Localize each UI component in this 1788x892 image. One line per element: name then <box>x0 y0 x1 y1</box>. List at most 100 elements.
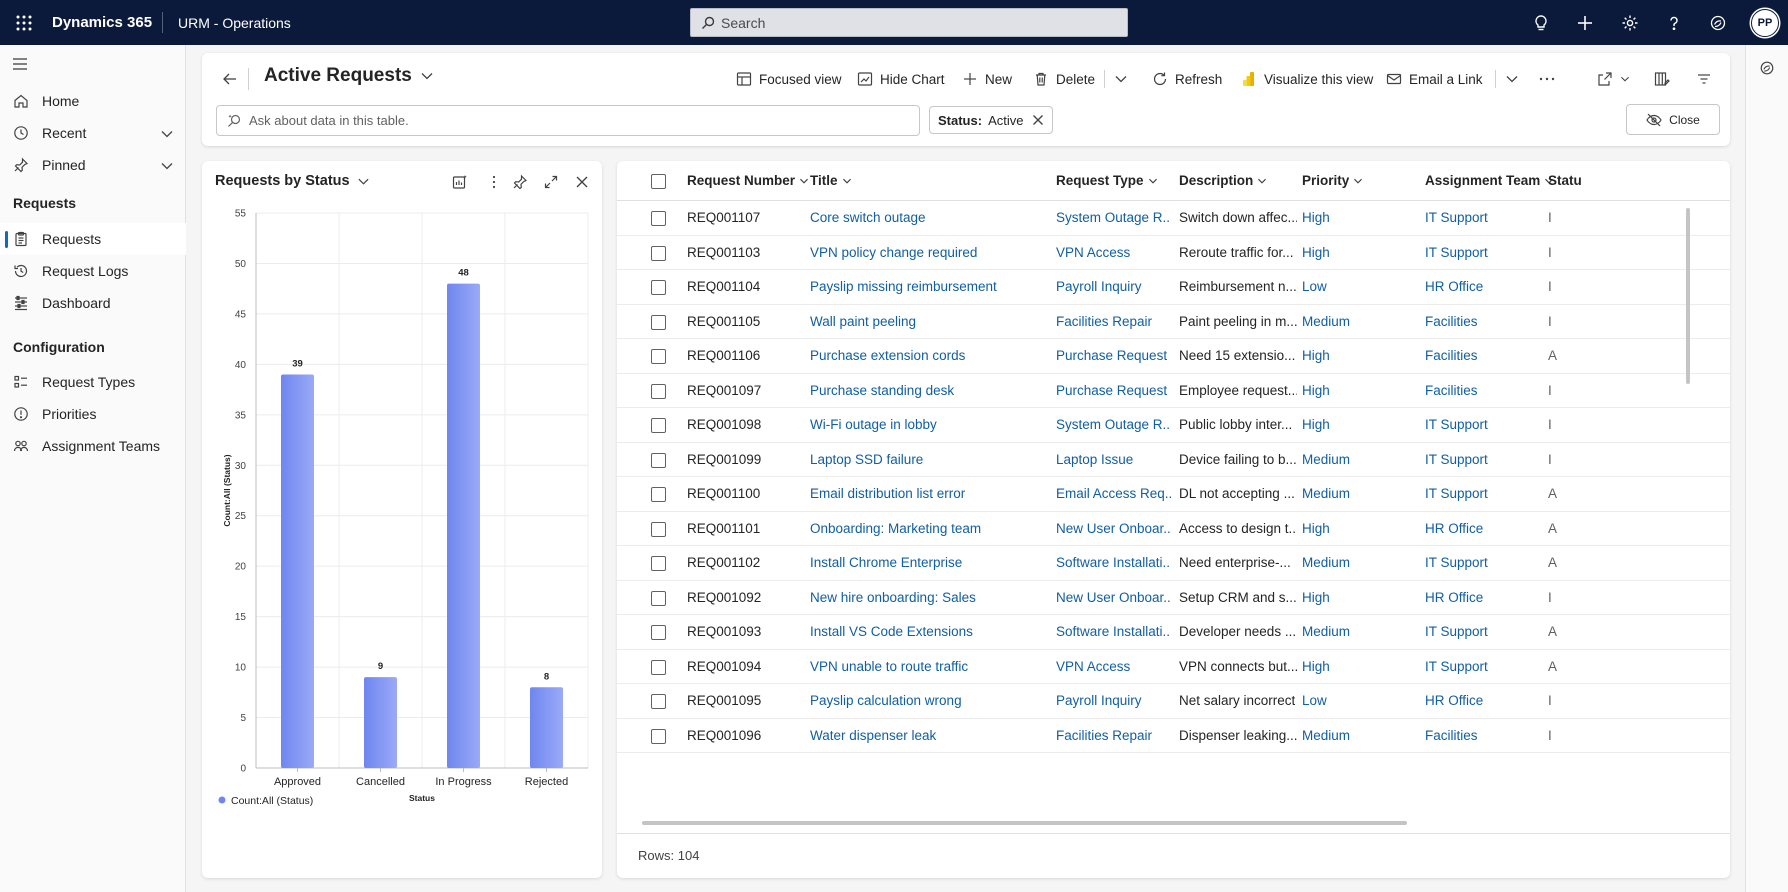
back-arrow-icon[interactable] <box>218 67 242 91</box>
view-selector[interactable]: Active Requests <box>264 65 434 87</box>
cell-request-type[interactable]: New User Onboar... <box>1056 590 1171 605</box>
table-row[interactable]: REQ001105 Wall paint peeling Facilities Re… <box>617 305 1730 339</box>
cell-priority[interactable]: High <box>1302 210 1330 225</box>
row-checkbox[interactable] <box>651 245 666 261</box>
user-avatar[interactable]: PP <box>1751 9 1779 37</box>
cell-request-type[interactable]: Software Installati... <box>1056 555 1171 570</box>
cell-title[interactable]: New hire onboarding: Sales <box>810 590 976 605</box>
cell-title[interactable]: VPN policy change required <box>810 245 977 260</box>
refresh-button[interactable]: Refresh <box>1152 66 1222 92</box>
row-checkbox[interactable] <box>651 728 666 744</box>
cell-title[interactable]: Water dispenser leak <box>810 728 936 743</box>
row-checkbox[interactable] <box>651 418 666 433</box>
table-row[interactable]: REQ001095 Payslip calculation wrong Payrol… <box>617 684 1730 719</box>
cell-assignment-team[interactable]: Facilities <box>1425 314 1478 329</box>
cell-priority[interactable]: High <box>1302 383 1330 398</box>
focused-view-button[interactable]: Focused view <box>736 66 842 92</box>
cell-priority[interactable]: High <box>1302 245 1330 260</box>
cell-title[interactable]: Payslip missing reimbursement <box>810 279 997 294</box>
hamburger-icon[interactable] <box>12 57 28 71</box>
table-row[interactable]: REQ001104 Payslip missing reimbursement Pa… <box>617 270 1730 305</box>
cell-request-type[interactable]: Payroll Inquiry <box>1056 279 1142 294</box>
nav-item-dashboard[interactable]: Dashboard <box>0 287 186 319</box>
chart-insights-icon[interactable] <box>449 171 471 193</box>
table-row[interactable]: REQ001101 Onboarding: Marketing team New U… <box>617 512 1730 546</box>
help-icon[interactable] <box>1661 10 1687 36</box>
column-header[interactable]: Request Type <box>1056 173 1158 188</box>
more-commands-button[interactable] <box>1538 66 1563 92</box>
table-row[interactable]: REQ001103 VPN policy change required VPN A… <box>617 236 1730 270</box>
table-row[interactable]: REQ001099 Laptop SSD failure Laptop Issue D… <box>617 443 1730 477</box>
nav-item-home[interactable]: Home <box>0 85 186 117</box>
status-filter-pill[interactable]: Status: Active <box>929 106 1054 134</box>
cell-priority[interactable]: High <box>1302 521 1330 536</box>
cell-priority[interactable]: Medium <box>1302 728 1350 743</box>
gear-icon[interactable] <box>1617 10 1643 36</box>
cell-request-type[interactable]: System Outage R... <box>1056 417 1171 432</box>
table-row[interactable]: REQ001100 Email distribution list error Em… <box>617 477 1730 512</box>
cell-priority[interactable]: Low <box>1302 279 1327 294</box>
cell-priority[interactable]: Low <box>1302 693 1327 708</box>
row-checkbox[interactable] <box>651 349 666 364</box>
row-checkbox[interactable] <box>651 314 666 330</box>
cell-assignment-team[interactable]: Facilities <box>1425 348 1478 363</box>
copilot-icon[interactable] <box>1705 10 1731 36</box>
email-more-button[interactable] <box>1505 66 1526 92</box>
table-row[interactable]: REQ001092 New hire onboarding: Sales New U… <box>617 581 1730 615</box>
table-row[interactable]: REQ001098 Wi-Fi outage in lobby System Out… <box>617 408 1730 443</box>
delete-button[interactable]: Delete <box>1033 66 1095 92</box>
delete-more-button[interactable] <box>1114 66 1135 92</box>
cell-assignment-team[interactable]: IT Support <box>1425 486 1488 501</box>
table-row[interactable]: REQ001096 Water dispenser leak Facilities … <box>617 719 1730 753</box>
column-header[interactable]: Assignment Team <box>1425 173 1554 188</box>
cell-request-type[interactable]: VPN Access <box>1056 245 1130 260</box>
cell-assignment-team[interactable]: IT Support <box>1425 624 1488 639</box>
column-header[interactable]: Title <box>810 173 852 188</box>
cell-priority[interactable]: Medium <box>1302 624 1350 639</box>
cell-priority[interactable]: Medium <box>1302 314 1350 329</box>
email-link-button[interactable]: Email a Link <box>1386 66 1483 92</box>
cell-request-type[interactable]: System Outage R... <box>1056 210 1171 225</box>
global-search-input[interactable]: Search <box>690 8 1128 37</box>
cell-assignment-team[interactable]: HR Office <box>1425 590 1483 605</box>
ask-data-input[interactable]: Ask about data in this table. <box>216 105 920 136</box>
row-checkbox[interactable] <box>651 383 666 399</box>
cell-priority[interactable]: Medium <box>1302 486 1350 501</box>
close-button[interactable]: Close <box>1626 104 1720 135</box>
cell-assignment-team[interactable]: IT Support <box>1425 452 1488 467</box>
cell-request-type[interactable]: Facilities Repair <box>1056 728 1152 743</box>
share-button[interactable] <box>1597 66 1637 92</box>
cell-priority[interactable]: Medium <box>1302 452 1350 467</box>
visualize-view-button[interactable]: Visualize this view <box>1241 66 1373 92</box>
column-header[interactable]: Request Number <box>687 173 809 188</box>
cell-request-type[interactable]: Facilities Repair <box>1056 314 1152 329</box>
nav-item-requests[interactable]: Requests <box>0 223 186 255</box>
nav-item-assignment-teams[interactable]: Assignment Teams <box>0 430 186 462</box>
cell-title[interactable]: Email distribution list error <box>810 486 965 501</box>
cell-assignment-team[interactable]: HR Office <box>1425 693 1483 708</box>
table-row[interactable]: REQ001097 Purchase standing desk Purchase … <box>617 374 1730 408</box>
cell-title[interactable]: Laptop SSD failure <box>810 452 923 467</box>
chart-selector[interactable]: Requests by Status <box>215 173 370 189</box>
cell-request-type[interactable]: Laptop Issue <box>1056 452 1133 467</box>
row-checkbox[interactable] <box>651 625 666 640</box>
select-all-checkbox[interactable] <box>651 174 666 189</box>
table-row[interactable]: REQ001107 Core switch outage System Outage… <box>617 201 1730 236</box>
cell-assignment-team[interactable]: IT Support <box>1425 210 1488 225</box>
edit-columns-button[interactable] <box>1654 66 1677 92</box>
cell-title[interactable]: Payslip calculation wrong <box>810 693 962 708</box>
app-title[interactable]: URM - Operations <box>178 15 291 31</box>
hide-chart-button[interactable]: Hide Chart <box>857 66 945 92</box>
cell-title[interactable]: Wall paint peeling <box>810 314 916 329</box>
cell-assignment-team[interactable]: IT Support <box>1425 659 1488 674</box>
cell-priority[interactable]: High <box>1302 590 1330 605</box>
cell-request-type[interactable]: New User Onboar... <box>1056 521 1171 536</box>
cell-request-type[interactable]: Email Access Req... <box>1056 486 1171 501</box>
table-row[interactable]: REQ001106 Purchase extension cords Purchas… <box>617 339 1730 374</box>
cell-title[interactable]: VPN unable to route traffic <box>810 659 968 674</box>
cell-assignment-team[interactable]: Facilities <box>1425 383 1478 398</box>
cell-priority[interactable]: High <box>1302 348 1330 363</box>
row-checkbox[interactable] <box>651 659 666 675</box>
row-checkbox[interactable] <box>651 487 666 502</box>
cell-request-type[interactable]: Purchase Request <box>1056 383 1167 398</box>
